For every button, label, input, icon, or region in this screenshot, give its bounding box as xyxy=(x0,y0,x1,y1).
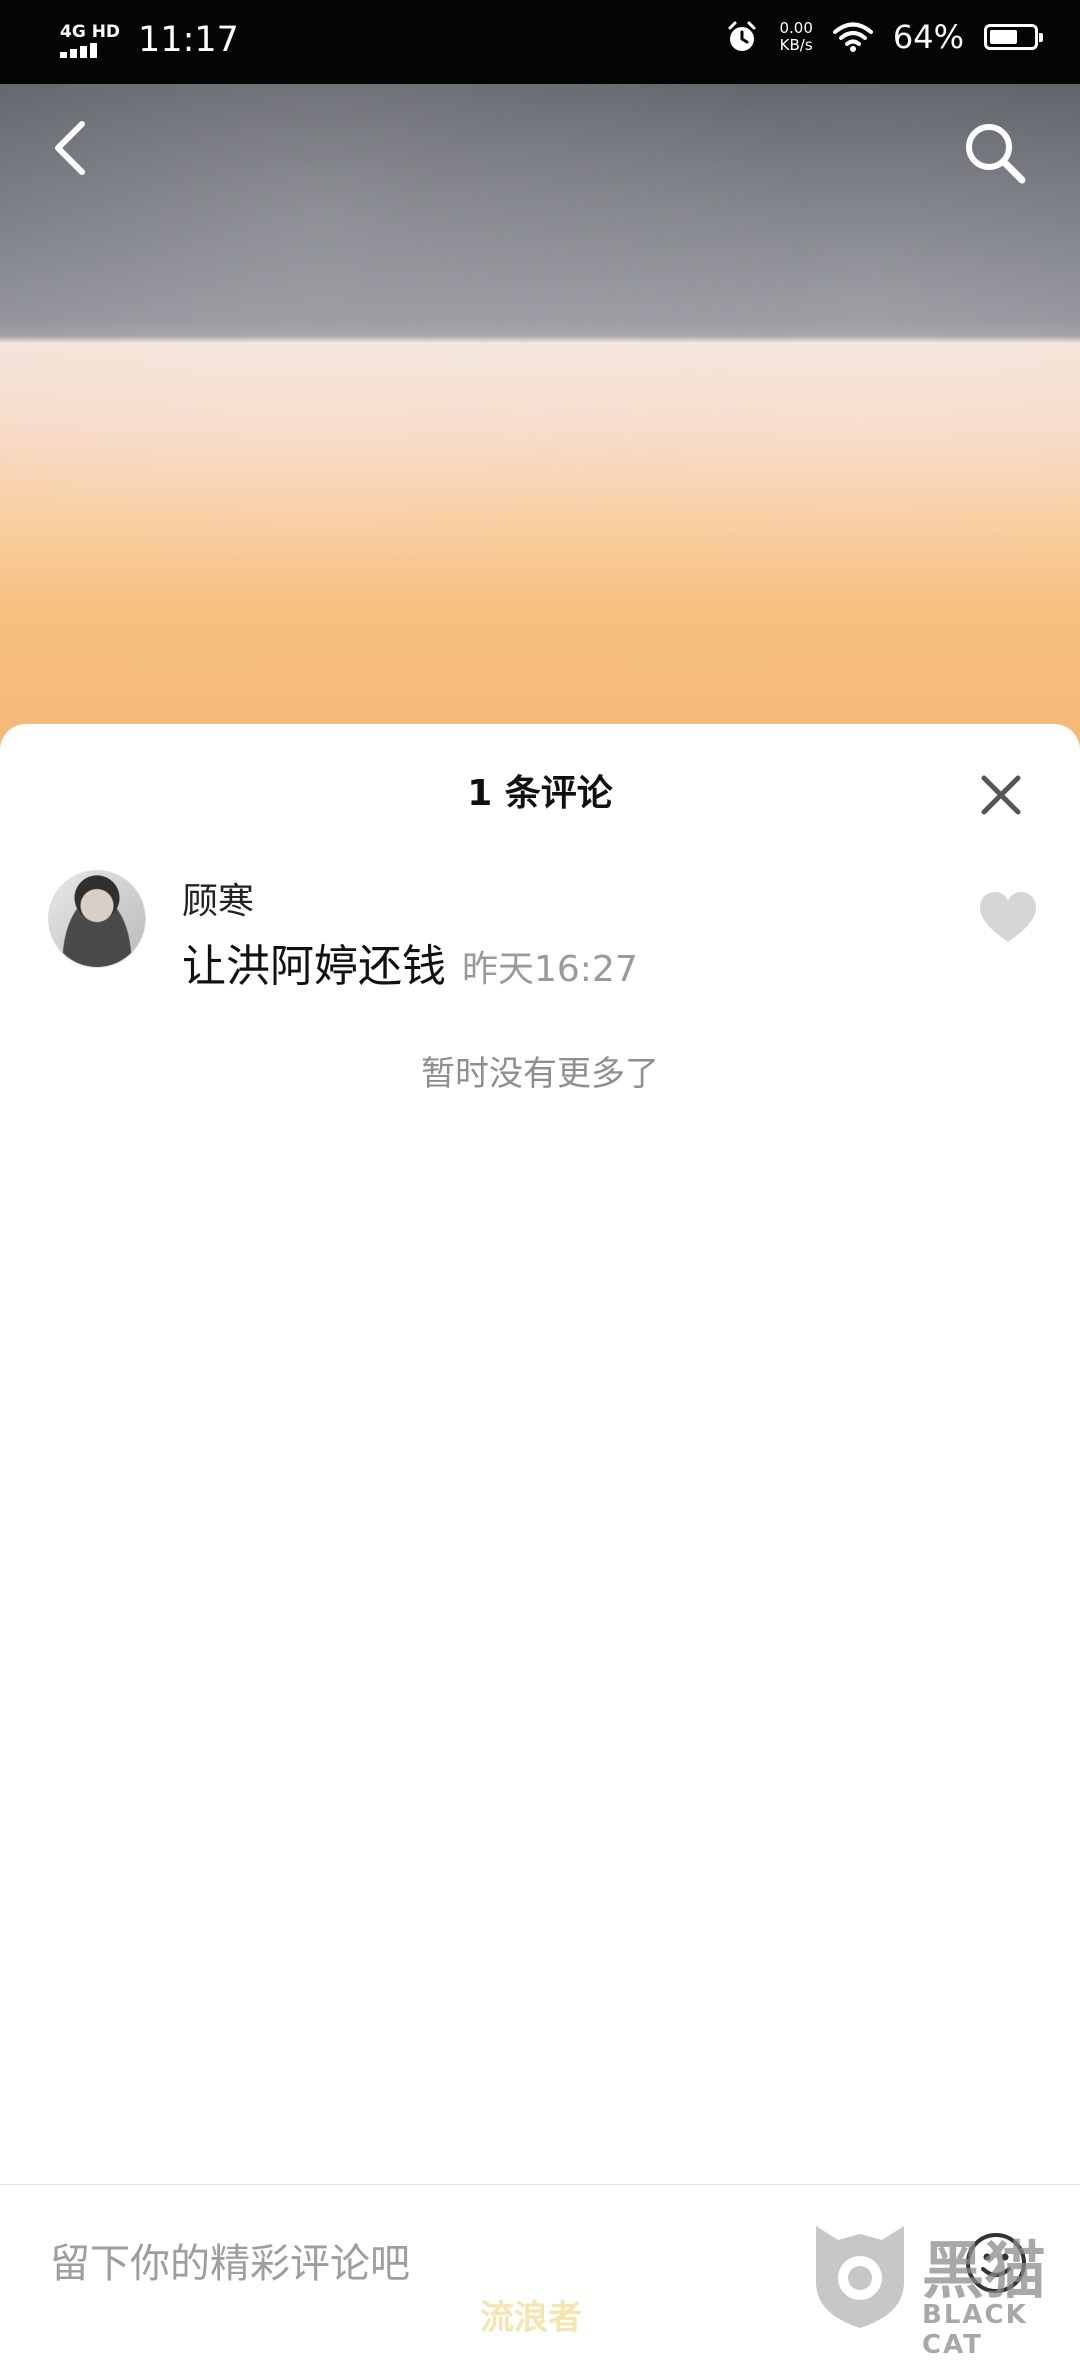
signal-icon xyxy=(60,42,97,58)
battery-percent: 64% xyxy=(892,18,964,56)
heart-icon[interactable] xyxy=(978,890,1038,946)
alarm-icon xyxy=(728,21,756,51)
network-speed: 0.00 KB/s xyxy=(779,20,812,54)
chevron-left-icon[interactable] xyxy=(46,118,96,178)
clock: 11:17 xyxy=(138,20,239,60)
comment-body: 让洪阿婷还钱 昨天16:27 xyxy=(182,930,638,994)
speed-value: 0.00 xyxy=(779,19,813,37)
wifi-icon xyxy=(832,22,873,52)
battery-level xyxy=(990,30,1017,44)
comment-text: 让洪阿婷还钱 xyxy=(182,941,446,992)
comments-sheet: 1 条评论 顾寒 让洪阿婷还钱 昨天16:27 暂时没有更多了 xyxy=(0,724,1080,2340)
no-more-text: 暂时没有更多了 xyxy=(421,1054,659,1094)
cover-image xyxy=(0,84,1080,784)
network-indicator: 4G HD xyxy=(60,23,120,58)
watermark-brand-en: BLACK CAT xyxy=(922,2300,1028,2360)
status-bar: 4G HD 11:17 0.00 KB/s 64% xyxy=(0,0,1080,84)
comment-item: 顾寒 让洪阿婷还钱 昨天16:27 xyxy=(48,870,1048,1000)
watermark-text: 流浪者 xyxy=(480,2298,582,2338)
network-label: 4G HD xyxy=(60,21,121,42)
avatar[interactable] xyxy=(48,870,146,968)
status-left: 4G HD 11:17 xyxy=(60,18,239,62)
cat-shield-icon xyxy=(816,2226,904,2328)
search-icon[interactable] xyxy=(960,118,1030,188)
watermark-brand-cn: 黑猫 xyxy=(922,2234,1047,2307)
speed-unit: KB/s xyxy=(779,36,813,54)
watermark-logo: 黑猫 BLACK CAT xyxy=(810,2220,1080,2360)
comment-time: 昨天16:27 xyxy=(462,949,638,990)
comment-username[interactable]: 顾寒 xyxy=(182,872,254,924)
comment-input[interactable] xyxy=(50,2229,770,2299)
comments-title: 1 条评论 xyxy=(467,773,613,814)
close-icon[interactable] xyxy=(976,770,1026,820)
battery-icon xyxy=(984,24,1043,50)
status-right: 0.00 KB/s 64% xyxy=(725,18,1043,56)
